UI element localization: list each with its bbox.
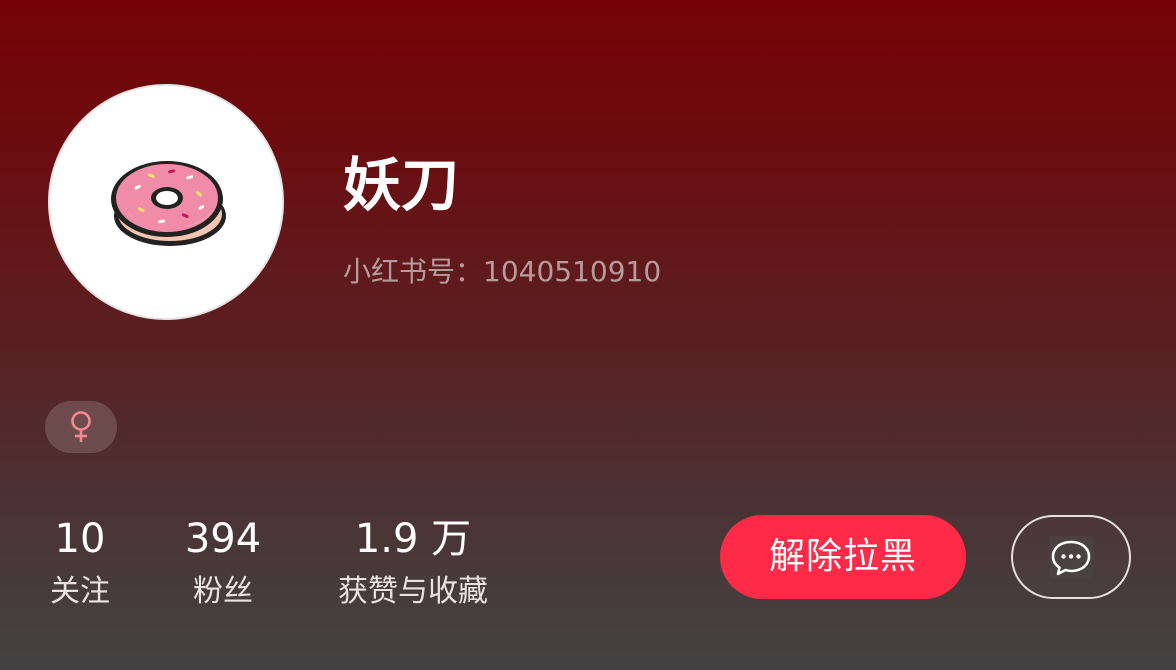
stat-likes-collections[interactable]: 1.9 万 获赞与收藏 [338, 514, 488, 612]
stat-followers[interactable]: 394 粉丝 [185, 514, 261, 612]
stat-likes-collections-label: 获赞与收藏 [338, 574, 488, 609]
unblock-button[interactable]: 解除拉黑 [720, 515, 966, 599]
user-id: 小红书号：1040510910 [343, 255, 661, 289]
user-id-label: 小红书号： [343, 255, 484, 288]
chat-bubble-icon [1049, 536, 1093, 578]
user-id-value: 1040510910 [483, 255, 662, 288]
stat-likes-collections-value: 1.9 万 [354, 516, 472, 562]
gender-badge [45, 401, 117, 453]
female-icon [71, 411, 91, 442]
stat-following[interactable]: 10 关注 [50, 514, 110, 612]
message-button[interactable] [1011, 515, 1131, 599]
stat-followers-value: 394 [184, 516, 262, 562]
username: 妖刀 [343, 151, 460, 219]
avatar[interactable] [48, 84, 284, 320]
donut-icon [111, 161, 226, 246]
stat-following-label: 关注 [50, 574, 110, 609]
stat-following-value: 10 [54, 516, 106, 562]
stat-followers-label: 粉丝 [192, 574, 253, 609]
profile-header: 妖刀 小红书号：1040510910 10 关注 394 粉丝 1.9 万 获赞… [0, 0, 1176, 670]
